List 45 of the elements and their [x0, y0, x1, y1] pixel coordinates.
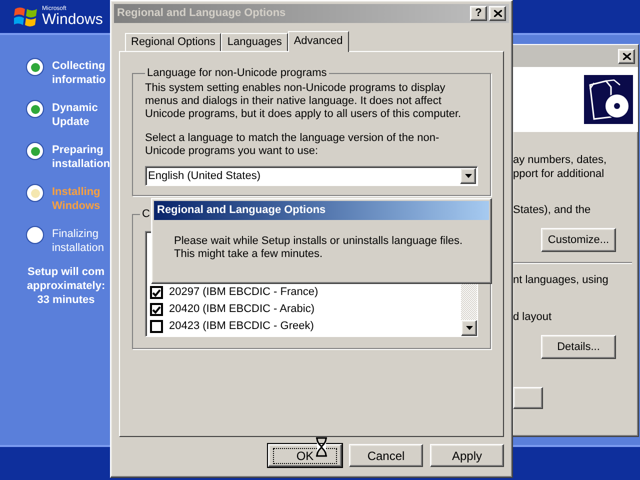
step-label: Preparing installation: [52, 143, 110, 171]
close-button[interactable]: [489, 6, 506, 21]
group-label: C: [141, 208, 151, 221]
code-page-label[interactable]: 20420 (IBM EBCDIC - Arabic): [169, 303, 314, 316]
tab[interactable]: Languages: [221, 33, 288, 51]
close-button[interactable]: [618, 48, 635, 64]
dialog-button[interactable]: Cancel: [349, 444, 423, 467]
partial-paragraph: States), and the: [513, 203, 592, 217]
partially-hidden-button[interactable]: [513, 387, 543, 409]
checkbox[interactable]: [150, 286, 163, 299]
dropdown-arrow-button[interactable]: [460, 168, 476, 184]
close-icon: [494, 10, 502, 17]
code-page-label[interactable]: 20423 (IBM EBCDIC - Greek): [169, 320, 314, 333]
time-estimate: Setup will com approximately: 33 minutes: [26, 265, 106, 307]
down-arrow-icon: [464, 174, 472, 178]
step-label: Collecting informatio: [52, 59, 106, 87]
step-label: Dynamic Update: [52, 101, 98, 129]
code-page-label[interactable]: 20297 (IBM EBCDIC - France): [169, 286, 318, 299]
tab[interactable]: Regional Options: [125, 33, 222, 51]
down-arrow-icon: [466, 326, 472, 330]
customize-button[interactable]: Customize...: [541, 228, 616, 252]
step-label: Finalizing installation: [52, 227, 104, 255]
window-title: Regional and Language Options: [117, 6, 286, 22]
flag-logo-icon: [14, 6, 38, 28]
checkbox[interactable]: [150, 320, 163, 333]
dialog-button[interactable]: OK: [268, 444, 342, 467]
checkbox[interactable]: [150, 303, 163, 316]
description-text: This system setting enables non-Unicode programs to display menus and dialogs in their native language. It does not affect Unicode programs, but it does apply to all users of this computer.: [145, 82, 462, 121]
scroll-down-button[interactable]: [461, 320, 477, 336]
help-button[interactable]: ?: [470, 6, 487, 21]
close-icon: [622, 52, 630, 60]
wait-message: Please wait while Setup installs or uninstalls language files. This might take a few minutes.: [173, 234, 464, 261]
details-button[interactable]: Details...: [541, 335, 616, 359]
group-label: Language for non-Unicode programs: [146, 67, 328, 80]
dropdown-value: English (United States): [148, 170, 260, 182]
window-title: Regional and Language Options: [157, 203, 326, 218]
tab[interactable]: Advanced: [288, 31, 349, 52]
partial-paragraph: d layout: [513, 310, 553, 324]
language-dropdown[interactable]: English (United States): [145, 166, 478, 186]
windows-wordmark: Windows: [42, 12, 103, 27]
dialog-button[interactable]: Apply: [430, 444, 504, 467]
partial-paragraph: nt languages, using: [513, 273, 610, 287]
prompt-text: Select a language to match the language version of the non-Unicode programs you want to use:: [145, 132, 440, 158]
partial-paragraph: ay numbers, dates, pport for additional: [513, 153, 608, 181]
step-label: Installing Windows: [52, 185, 100, 213]
